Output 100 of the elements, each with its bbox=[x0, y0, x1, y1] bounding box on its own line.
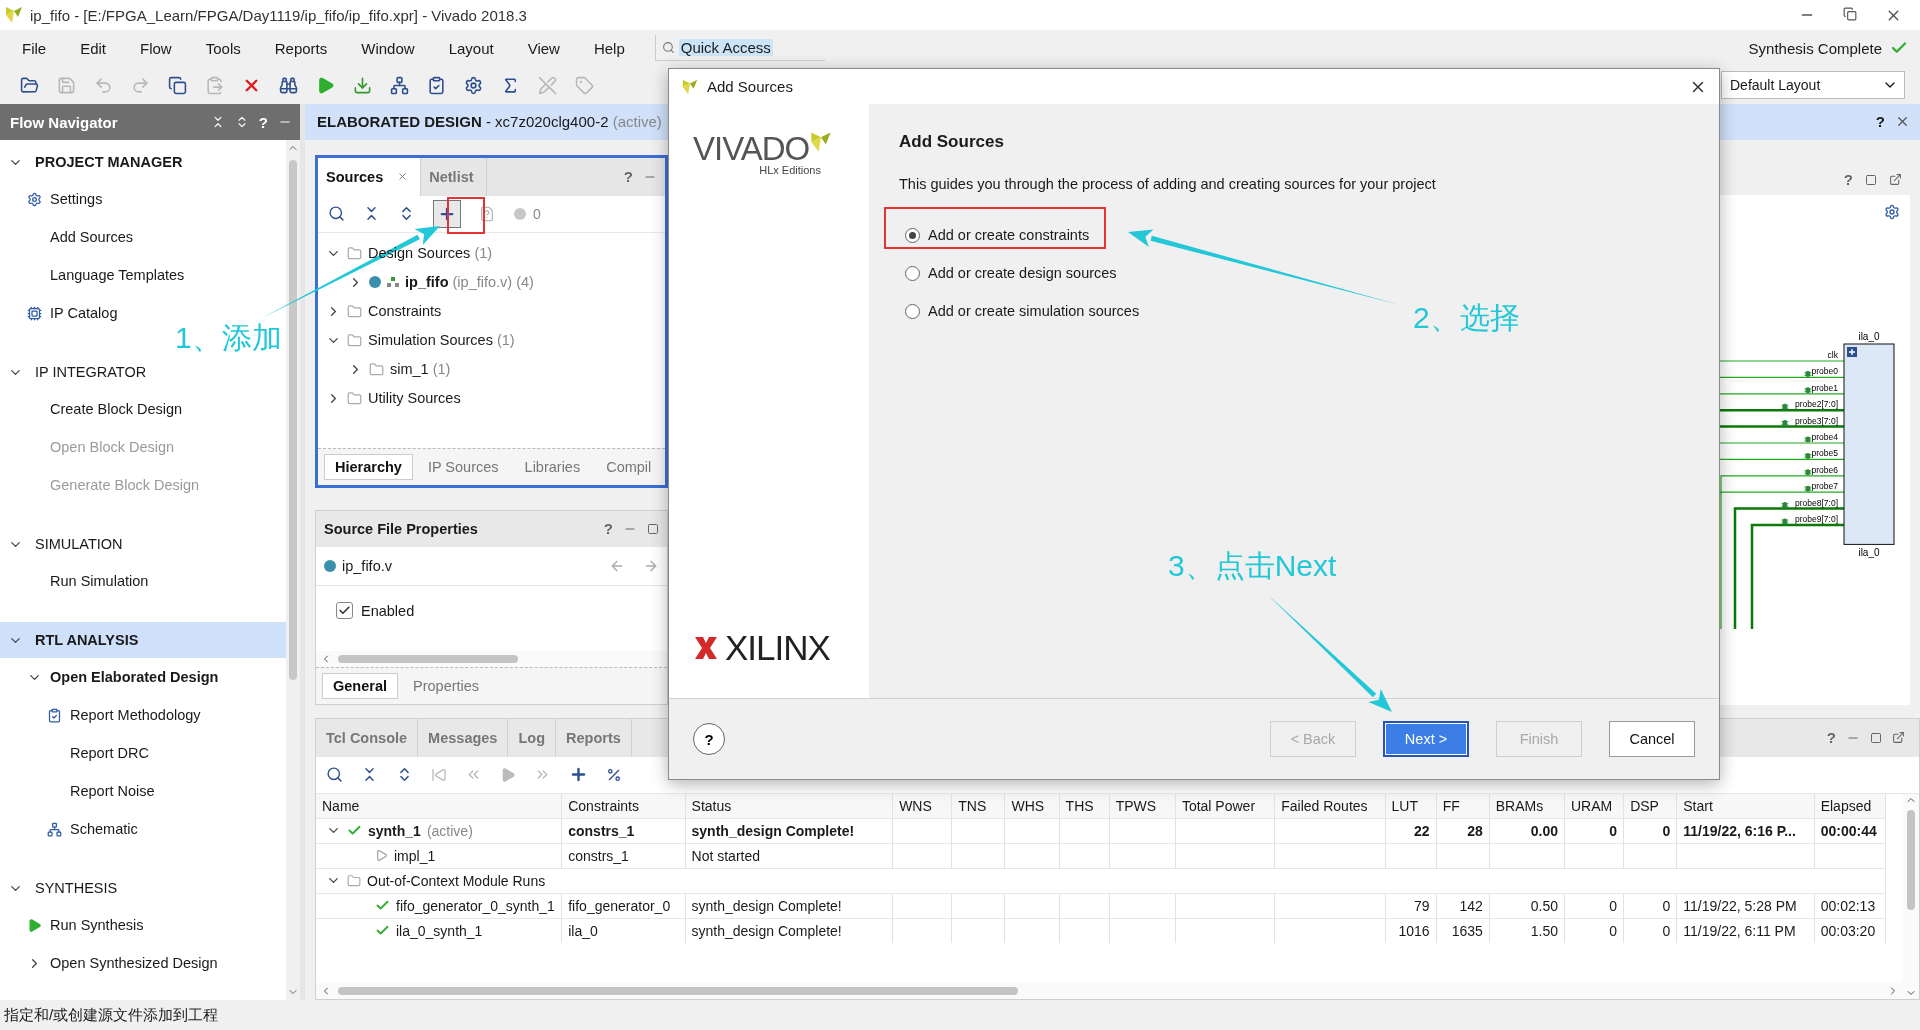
panel-tab[interactable]: Hierarchy bbox=[324, 453, 413, 480]
help-button[interactable]: ? bbox=[693, 723, 725, 755]
nav-section[interactable]: PROJECT MANAGER bbox=[0, 144, 286, 180]
menu-item[interactable]: Edit bbox=[68, 39, 119, 57]
nav-section[interactable]: SIMULATION bbox=[0, 526, 286, 562]
radio-button[interactable] bbox=[905, 227, 920, 243]
binoculars-icon[interactable] bbox=[279, 75, 298, 95]
nav-item[interactable]: Add Sources bbox=[50, 229, 134, 245]
menu-item[interactable]: File bbox=[10, 39, 59, 57]
table-cell: 0 bbox=[1609, 822, 1618, 839]
quick-access-field[interactable]: Quick Access bbox=[654, 35, 825, 61]
clipboard-icon[interactable] bbox=[427, 75, 446, 95]
play-icon[interactable] bbox=[316, 75, 335, 95]
help-icon[interactable]: ? bbox=[603, 520, 613, 538]
tree-item-label[interactable]: Constraints bbox=[368, 303, 442, 320]
float-icon[interactable] bbox=[1889, 173, 1902, 187]
panel-tab[interactable]: General bbox=[322, 672, 398, 699]
nav-item[interactable]: Run Synthesis bbox=[50, 917, 144, 933]
expand-icon[interactable] bbox=[1847, 346, 1857, 357]
column-header[interactable]: Status bbox=[685, 793, 893, 819]
scroll-thumb[interactable] bbox=[338, 654, 518, 663]
float-icon[interactable] bbox=[1892, 731, 1905, 745]
column-header[interactable]: Name bbox=[316, 793, 562, 819]
folder-icon[interactable] bbox=[20, 75, 39, 95]
tree-item-label[interactable]: ip_fifo (ip_fifo.v) (4) bbox=[405, 274, 534, 291]
column-header[interactable]: Start bbox=[1676, 793, 1815, 819]
nav-section[interactable]: SYNTHESIS bbox=[0, 870, 286, 906]
menu-item[interactable]: View bbox=[515, 39, 572, 57]
panel-tab[interactable]: Sources bbox=[318, 157, 422, 196]
tree-item-label[interactable]: sim_1 (1) bbox=[390, 361, 451, 378]
panel-tab[interactable]: Compil bbox=[595, 453, 663, 480]
checkbox[interactable] bbox=[336, 602, 353, 620]
panel-title: Flow Navigator bbox=[10, 113, 119, 131]
dialog-button[interactable]: Cancel bbox=[1609, 721, 1695, 757]
schematic-icon[interactable] bbox=[390, 75, 409, 95]
nav-section[interactable]: IP INTEGRATOR bbox=[0, 354, 286, 390]
panel-tab[interactable]: Netlist bbox=[421, 157, 487, 196]
radio-label[interactable]: Add or create simulation sources bbox=[928, 303, 1140, 319]
download-icon[interactable] bbox=[353, 75, 372, 95]
copy-icon[interactable] bbox=[168, 75, 187, 95]
settings-icon[interactable] bbox=[1884, 203, 1900, 220]
help-icon[interactable]: ? bbox=[623, 168, 633, 186]
column-header[interactable]: Failed Routes bbox=[1274, 793, 1385, 819]
layout-dropdown[interactable]: Default Layout bbox=[1721, 71, 1905, 99]
help-icon[interactable]: ? bbox=[1826, 729, 1836, 747]
menu-item[interactable]: Layout bbox=[436, 39, 506, 57]
column-header[interactable]: Total Power bbox=[1175, 793, 1275, 819]
column-header[interactable]: Constraints bbox=[561, 793, 686, 819]
radio-label[interactable]: Add or create constraints bbox=[928, 227, 1090, 243]
menu-item[interactable]: Tools bbox=[193, 39, 253, 57]
nav-item[interactable]: Open Synthesized Design bbox=[50, 955, 218, 971]
nav-section[interactable]: RTL ANALYSIS bbox=[0, 622, 286, 658]
help-icon[interactable]: ? bbox=[258, 113, 268, 131]
maximize-icon[interactable] bbox=[1865, 173, 1877, 186]
scroll-thumb[interactable] bbox=[289, 160, 297, 680]
maximize-icon[interactable] bbox=[1870, 731, 1882, 744]
table-cell: 1016 bbox=[1398, 922, 1430, 939]
vertical-scrollbar[interactable] bbox=[1903, 793, 1919, 999]
scroll-thumb[interactable] bbox=[1907, 809, 1915, 910]
panel-tab[interactable]: Properties bbox=[402, 672, 491, 699]
nav-item[interactable]: Report Methodology bbox=[70, 707, 201, 723]
add-button[interactable] bbox=[433, 199, 461, 228]
radio-button[interactable] bbox=[905, 265, 920, 281]
search-icon[interactable] bbox=[328, 205, 345, 223]
panel-tab[interactable]: Log bbox=[508, 718, 556, 757]
vertical-scrollbar[interactable] bbox=[286, 140, 300, 1000]
nav-item[interactable]: Run Simulation bbox=[50, 573, 149, 589]
nav-item[interactable]: Report DRC bbox=[70, 745, 149, 761]
panel-tab[interactable]: IP Sources bbox=[416, 453, 510, 480]
nav-item[interactable]: Report Noise bbox=[70, 783, 155, 799]
settings-icon[interactable] bbox=[464, 75, 483, 95]
search-icon[interactable] bbox=[326, 766, 343, 784]
menu-item[interactable]: Flow bbox=[128, 39, 184, 57]
horizontal-scrollbar[interactable] bbox=[316, 650, 667, 667]
tree-item-label[interactable]: Simulation Sources (1) bbox=[368, 332, 515, 349]
help-icon[interactable]: ? bbox=[1875, 113, 1885, 131]
panel-tab[interactable]: Reports bbox=[556, 718, 632, 757]
maximize-icon[interactable] bbox=[647, 522, 659, 535]
restore-icon[interactable] bbox=[1843, 6, 1857, 21]
menu-item[interactable]: Help bbox=[581, 39, 637, 57]
help-icon[interactable]: ? bbox=[1843, 171, 1853, 189]
menu-item[interactable]: Window bbox=[349, 39, 427, 57]
scroll-thumb[interactable] bbox=[338, 987, 1018, 995]
nav-item[interactable]: Open Elaborated Design bbox=[50, 669, 219, 685]
nav-item[interactable]: Create Block Design bbox=[50, 401, 183, 417]
nav-item[interactable]: Settings bbox=[50, 191, 103, 207]
menu-item[interactable]: Reports bbox=[262, 39, 340, 57]
panel-tab[interactable]: Tcl Console bbox=[316, 718, 419, 757]
dialog-button[interactable]: Next > bbox=[1383, 721, 1469, 757]
nav-item[interactable]: IP Catalog bbox=[50, 305, 118, 321]
radio-label[interactable]: Add or create design sources bbox=[928, 265, 1117, 281]
panel-tab[interactable]: Libraries bbox=[513, 453, 592, 480]
horizontal-scrollbar[interactable] bbox=[316, 983, 1903, 999]
tree-item-label[interactable]: Utility Sources bbox=[368, 390, 461, 407]
radio-button[interactable] bbox=[905, 303, 920, 319]
percent-icon[interactable] bbox=[606, 766, 622, 783]
nav-item[interactable]: Language Templates bbox=[50, 267, 185, 283]
nav-item[interactable]: Schematic bbox=[70, 821, 138, 837]
panel-tab[interactable]: Messages bbox=[418, 718, 509, 757]
file-help-icon[interactable] bbox=[479, 205, 495, 222]
